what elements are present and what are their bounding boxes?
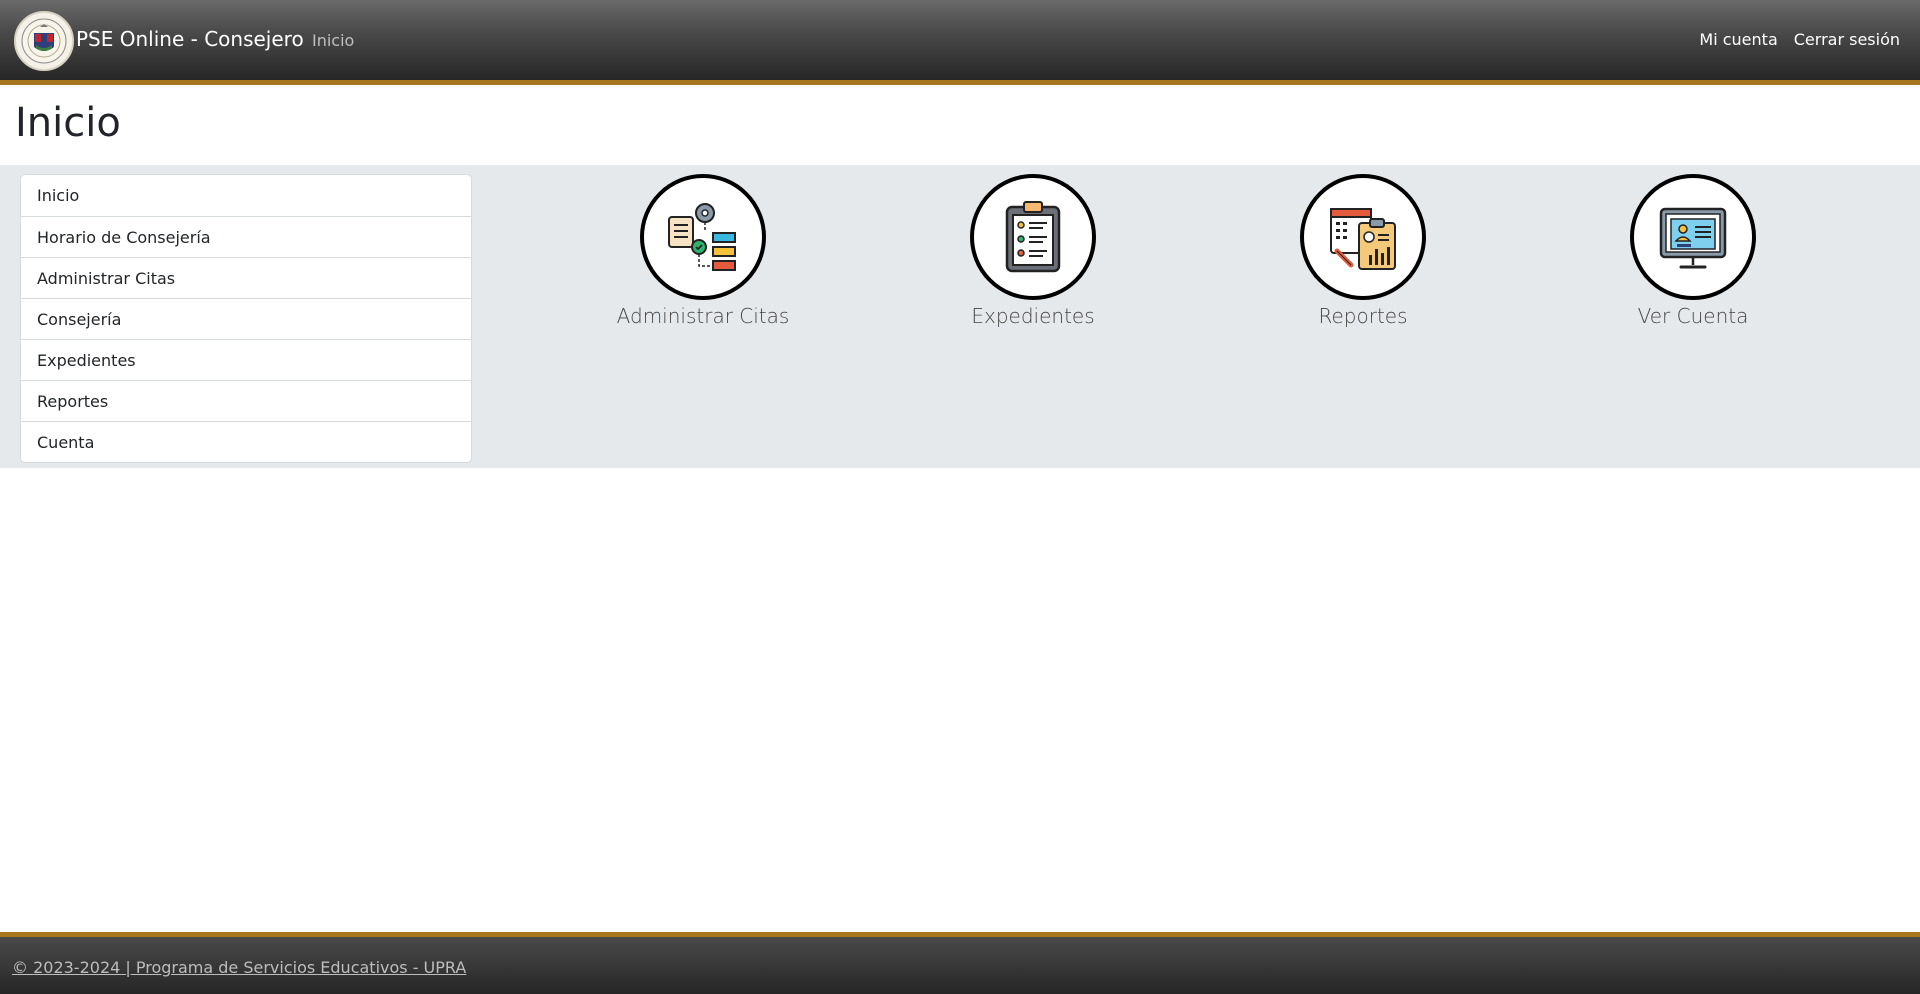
brand-title[interactable]: PSE Online - Consejero xyxy=(76,27,304,51)
sidebar-item-consejeria[interactable]: Consejería xyxy=(21,298,471,339)
sidebar-item-expedientes[interactable]: Expedientes xyxy=(21,339,471,380)
sidebar-menu: Inicio Horario de Consejería Administrar… xyxy=(20,174,472,463)
footer-copyright-link[interactable]: © 2023-2024 | Programa de Servicios Educ… xyxy=(12,958,466,977)
footer: © 2023-2024 | Programa de Servicios Educ… xyxy=(0,932,1920,994)
tile-administrar-citas[interactable]: Administrar Citas xyxy=(593,174,813,328)
tile-ver-cuenta[interactable]: Ver Cuenta xyxy=(1583,174,1803,328)
my-account-link[interactable]: Mi cuenta xyxy=(1699,30,1777,49)
tile-label-administrar-citas[interactable]: Administrar Citas xyxy=(617,304,790,328)
sidebar-item-cuenta[interactable]: Cuenta xyxy=(21,421,471,462)
tile-label-reportes[interactable]: Reportes xyxy=(1318,304,1407,328)
nav-user-links: Mi cuenta Cerrar sesión xyxy=(1699,30,1900,49)
sidebar-item-horario[interactable]: Horario de Consejería xyxy=(21,216,471,257)
tile-label-ver-cuenta[interactable]: Ver Cuenta xyxy=(1638,304,1749,328)
monitor-profile-icon[interactable] xyxy=(1630,174,1756,300)
tile-expedientes[interactable]: Expedientes xyxy=(923,174,1143,328)
tile-label-expedientes[interactable]: Expedientes xyxy=(971,304,1094,328)
nav-link-inicio[interactable]: Inicio xyxy=(312,31,354,50)
logout-link[interactable]: Cerrar sesión xyxy=(1794,30,1900,49)
clipboard-records-icon[interactable] xyxy=(970,174,1096,300)
sidebar-item-inicio[interactable]: Inicio xyxy=(21,175,471,216)
tile-reportes[interactable]: Reportes xyxy=(1253,174,1473,328)
sidebar-item-reportes[interactable]: Reportes xyxy=(21,380,471,421)
top-navbar: PSE Online - Consejero Inicio Mi cuenta … xyxy=(0,0,1920,85)
workflow-gear-icon[interactable] xyxy=(640,174,766,300)
university-seal-logo[interactable] xyxy=(14,11,74,71)
report-chart-icon[interactable] xyxy=(1300,174,1426,300)
sidebar-item-administrar-citas[interactable]: Administrar Citas xyxy=(21,257,471,298)
page-title: Inicio xyxy=(15,100,121,146)
